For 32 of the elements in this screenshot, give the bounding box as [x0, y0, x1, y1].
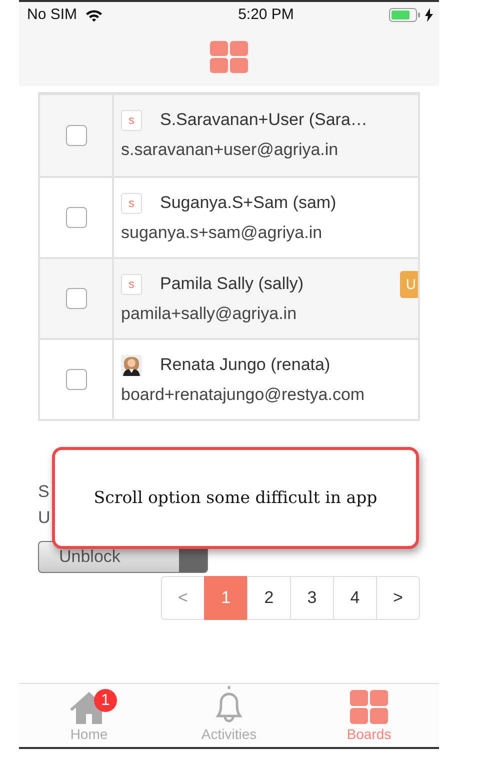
clock-text: 5:20 PM — [238, 4, 294, 25]
page-button[interactable]: < — [161, 576, 205, 620]
checkbox[interactable] — [66, 288, 86, 309]
page-button[interactable]: 4 — [333, 576, 377, 620]
avatar-initial: s — [121, 110, 142, 130]
user-email: board+renatajungo@restya.com — [121, 384, 366, 406]
page-button[interactable]: 2 — [247, 576, 291, 620]
battery-icon — [388, 8, 421, 22]
bulk-label: S — [38, 481, 50, 503]
checkbox[interactable] — [66, 369, 86, 390]
avatar-initial: s — [121, 274, 142, 294]
tab-button[interactable]: Home 1 — [19, 684, 159, 747]
boards-icon[interactable] — [210, 41, 248, 73]
user-name: Suganya.S+Sam (sam) — [160, 192, 336, 214]
wifi-icon — [85, 8, 104, 22]
boards-icon — [350, 690, 388, 724]
user-name: Pamila Sally (sally) — [160, 273, 304, 296]
checkbox[interactable] — [66, 125, 86, 146]
user-email: pamila+sally@agriya.in — [121, 303, 298, 325]
user-email: suganya.s+sam@agriya.in — [121, 222, 324, 244]
user-name: Renata Jungo (renata) — [160, 354, 330, 376]
notification-badge: 1 — [94, 689, 117, 712]
avatar-initial: s — [121, 192, 142, 214]
page-button[interactable]: > — [376, 576, 420, 620]
page-button[interactable]: 3 — [290, 576, 334, 620]
carrier-text: No SIM — [27, 4, 78, 25]
checkbox[interactable] — [66, 207, 86, 228]
status-label: U — [400, 271, 418, 298]
bulk-label: U — [38, 507, 50, 529]
user-name: S.Saravanan+User (Sara… — [160, 109, 368, 132]
popup-message: Scroll option some difficult in app — [52, 447, 419, 549]
user-email: s.saravanan+user@agriya.in — [121, 139, 340, 161]
